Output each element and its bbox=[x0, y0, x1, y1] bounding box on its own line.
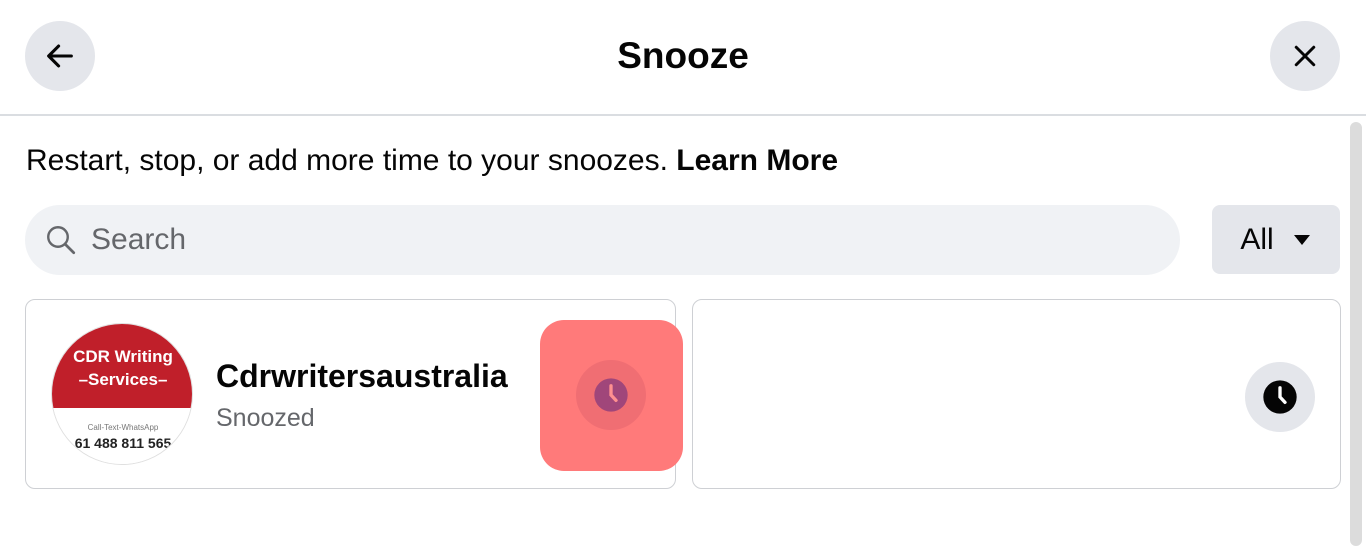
avatar[interactable]: CDR Writing –Services– Call-Text-WhatsAp… bbox=[51, 323, 193, 465]
highlight-overlay bbox=[540, 320, 683, 471]
snooze-card bbox=[692, 299, 1341, 489]
svg-text:CDR Writing: CDR Writing bbox=[73, 347, 173, 366]
cdr-writing-logo: CDR Writing –Services– Call-Text-WhatsAp… bbox=[52, 324, 192, 464]
snooze-options-button[interactable] bbox=[576, 360, 646, 430]
intro-description: Restart, stop, or add more time to your … bbox=[26, 144, 668, 177]
close-icon bbox=[1294, 45, 1316, 67]
clock-icon bbox=[594, 378, 628, 412]
learn-more-link[interactable]: Learn More bbox=[676, 144, 838, 177]
snooze-dialog: Snooze Restart, stop, or add more time t… bbox=[0, 0, 1366, 546]
clock-icon bbox=[1263, 380, 1297, 414]
dialog-title: Snooze bbox=[617, 35, 749, 76]
card-status: Snoozed bbox=[216, 404, 315, 432]
svg-text:61 488 811 565: 61 488 811 565 bbox=[75, 435, 172, 451]
snooze-card: CDR Writing –Services– Call-Text-WhatsAp… bbox=[25, 299, 683, 489]
card-name[interactable]: Cdrwritersaustralia bbox=[216, 356, 508, 396]
search-icon bbox=[47, 226, 76, 255]
dialog-header: Snooze bbox=[0, 0, 1366, 116]
filter-selected-label: All bbox=[1240, 222, 1274, 256]
scrollbar[interactable] bbox=[1350, 122, 1362, 546]
snooze-options-button[interactable] bbox=[1245, 362, 1315, 432]
svg-text:–Services–: –Services– bbox=[79, 370, 168, 389]
close-button[interactable] bbox=[1270, 21, 1340, 91]
search-input[interactable] bbox=[89, 222, 1093, 258]
intro-text: Restart, stop, or add more time to your … bbox=[26, 139, 838, 183]
search-box[interactable] bbox=[25, 205, 1180, 275]
caret-down-icon bbox=[1293, 234, 1310, 245]
filter-dropdown[interactable]: All bbox=[1212, 205, 1340, 274]
svg-text:Call-Text-WhatsApp: Call-Text-WhatsApp bbox=[88, 423, 159, 432]
